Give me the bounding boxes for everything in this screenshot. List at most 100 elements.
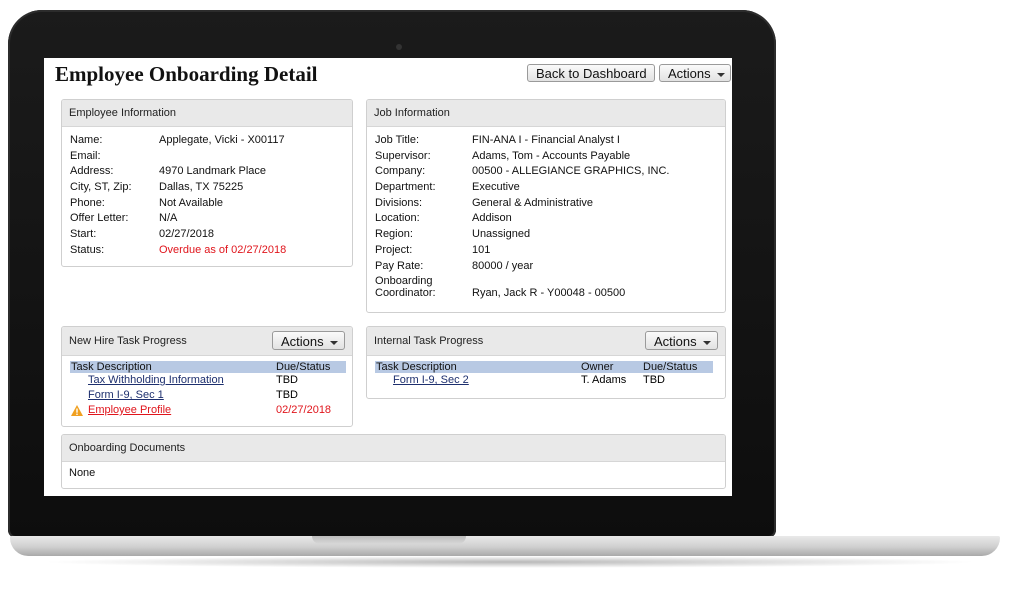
task-link-form-i9-sec1[interactable]: Form I-9, Sec 1 — [88, 388, 164, 403]
job-info-panel: Job Information Job Title: FIN-ANA I - F… — [366, 99, 726, 313]
label-status: Status: — [70, 243, 105, 256]
value-start: 02/27/2018 — [159, 228, 215, 241]
job-title-row: Job Title: FIN-ANA I - Financial Analyst… — [375, 133, 720, 149]
col-task-description: Task Description — [71, 361, 152, 373]
internal-task-table: Task Description Owner Due/Status Form I… — [375, 361, 713, 388]
col-task-description: Task Description — [376, 361, 457, 373]
region-row: Region: Unassigned — [375, 227, 720, 243]
warning-icon — [71, 405, 83, 416]
new-hire-task-table: Task Description Due/Status Tax Withhold… — [70, 361, 346, 418]
label-company: Company: — [375, 165, 426, 178]
task-owner: T. Adams — [581, 374, 627, 386]
label-email: Email: — [70, 149, 101, 162]
value-phone: Not Available — [159, 196, 224, 209]
page-title: Employee Onboarding Detail — [55, 62, 318, 86]
employee-offer-letter-row: Offer Letter: N/A — [70, 211, 350, 227]
divisions-row: Divisions: General & Administrative — [375, 196, 720, 212]
col-owner: Owner — [581, 361, 614, 373]
label-project: Project: — [375, 243, 413, 256]
table-row: Form I-9, Sec 1 TBD — [70, 388, 346, 403]
value-project: 101 — [472, 243, 491, 256]
employee-info-list: Name: Applegate, Vicki - X00117 Email: A… — [70, 133, 350, 259]
job-info-list: Job Title: FIN-ANA I - Financial Analyst… — [375, 133, 720, 302]
laptop-notch — [312, 536, 466, 544]
value-region: Unassigned — [472, 228, 531, 241]
label-pay-rate: Pay Rate: — [375, 259, 424, 272]
task-status: TBD — [643, 374, 665, 386]
employee-start-row: Start: 02/27/2018 — [70, 227, 350, 243]
label-start: Start: — [70, 228, 97, 241]
col-due-status: Due/Status — [276, 361, 331, 373]
value-company: 00500 - ALLEGIANCE GRAPHICS, INC. — [472, 165, 670, 178]
value-name: Applegate, Vicki - X00117 — [159, 134, 285, 146]
status-overdue-text: Overdue as of 02/27/2018 — [159, 243, 287, 256]
project-row: Project: 101 — [375, 243, 720, 259]
chevron-down-icon — [329, 340, 338, 345]
pay-rate-row: Pay Rate: 80000 / year — [375, 259, 720, 275]
location-row: Location: Addison — [375, 211, 720, 227]
internal-actions-button[interactable]: Actions — [645, 331, 718, 350]
employee-address-row: Address: 4970 Landmark Place — [70, 164, 350, 180]
employee-phone-row: Phone: Not Available — [70, 196, 350, 212]
webcam — [396, 44, 402, 50]
task-link-tax-withholding[interactable]: Tax Withholding Information — [88, 373, 224, 388]
company-row: Company: 00500 - ALLEGIANCE GRAPHICS, IN… — [375, 164, 720, 180]
table-row: Tax Withholding Information TBD — [70, 373, 346, 388]
label-coordinator-line1: Onboarding — [375, 275, 433, 288]
label-divisions: Divisions: — [375, 196, 423, 209]
supervisor-row: Supervisor: Adams, Tom - Accounts Payabl… — [375, 149, 720, 165]
col-due-status: Due/Status — [643, 361, 698, 373]
label-city: City, ST, Zip: — [70, 181, 132, 194]
value-coordinator: Ryan, Jack R - Y00048 - 00500 — [472, 287, 626, 300]
task-link-employee-profile[interactable]: Employee Profile — [88, 403, 171, 418]
new-hire-task-table-header: Task Description Due/Status — [70, 361, 346, 373]
employee-status-row: Status: Overdue as of 02/27/2018 — [70, 243, 350, 259]
table-row: Employee Profile 02/27/2018 — [70, 403, 346, 418]
label-phone: Phone: — [70, 196, 105, 209]
employee-city-row: City, ST, Zip: Dallas, TX 75225 — [70, 180, 350, 196]
table-row: Form I-9, Sec 2 T. Adams TBD — [375, 373, 713, 388]
value-pay-rate: 80000 / year — [472, 259, 534, 272]
label-coordinator-line2: Coordinator: — [375, 287, 436, 300]
page-actions-label: Actions — [668, 66, 711, 81]
value-department: Executive — [472, 181, 520, 194]
internal-task-panel: Internal Task Progress Actions Task Desc… — [366, 326, 726, 399]
label-department: Department: — [375, 181, 436, 194]
new-hire-actions-label: Actions — [281, 334, 324, 349]
screen: Employee Onboarding Detail Back to Dashb… — [44, 58, 732, 496]
new-hire-task-header: New Hire Task Progress Actions — [62, 327, 352, 356]
label-name: Name: — [70, 134, 103, 146]
value-offer-letter: N/A — [159, 212, 178, 225]
value-address: 4970 Landmark Place — [159, 165, 267, 178]
value-divisions: General & Administrative — [472, 196, 594, 209]
employee-info-panel: Employee Information Name: Applegate, Vi… — [61, 99, 353, 267]
label-address: Address: — [70, 165, 114, 178]
value-city: Dallas, TX 75225 — [159, 181, 244, 194]
internal-actions-label: Actions — [654, 334, 697, 349]
label-offer-letter: Offer Letter: — [70, 212, 129, 225]
employee-email-row: Email: — [70, 149, 350, 165]
back-to-dashboard-button[interactable]: Back to Dashboard — [527, 64, 655, 82]
chevron-down-icon — [716, 72, 725, 77]
employee-info-header: Employee Information — [62, 100, 352, 127]
task-status-overdue: 02/27/2018 — [276, 404, 332, 416]
documents-content: None — [69, 467, 96, 479]
page-actions-button[interactable]: Actions — [659, 64, 731, 82]
label-job-title: Job Title: — [375, 134, 420, 146]
laptop-base — [10, 536, 1000, 556]
coordinator-row: Onboarding Coordinator: Ryan, Jack R - Y… — [375, 274, 720, 302]
job-info-header: Job Information — [367, 100, 725, 127]
label-location: Location: — [375, 212, 420, 225]
label-supervisor: Supervisor: — [375, 149, 431, 162]
internal-task-table-header: Task Description Owner Due/Status — [375, 361, 713, 373]
new-hire-task-title: New Hire Task Progress — [69, 335, 187, 347]
task-link-form-i9-sec2[interactable]: Form I-9, Sec 2 — [393, 373, 469, 388]
value-supervisor: Adams, Tom - Accounts Payable — [472, 149, 631, 162]
value-location: Addison — [472, 212, 512, 225]
onboarding-documents-header: Onboarding Documents — [62, 435, 725, 462]
new-hire-task-panel: New Hire Task Progress Actions Task Desc… — [61, 326, 353, 427]
new-hire-actions-button[interactable]: Actions — [272, 331, 345, 350]
chevron-down-icon — [702, 340, 711, 345]
label-region: Region: — [375, 228, 413, 241]
internal-task-title: Internal Task Progress — [374, 335, 484, 347]
